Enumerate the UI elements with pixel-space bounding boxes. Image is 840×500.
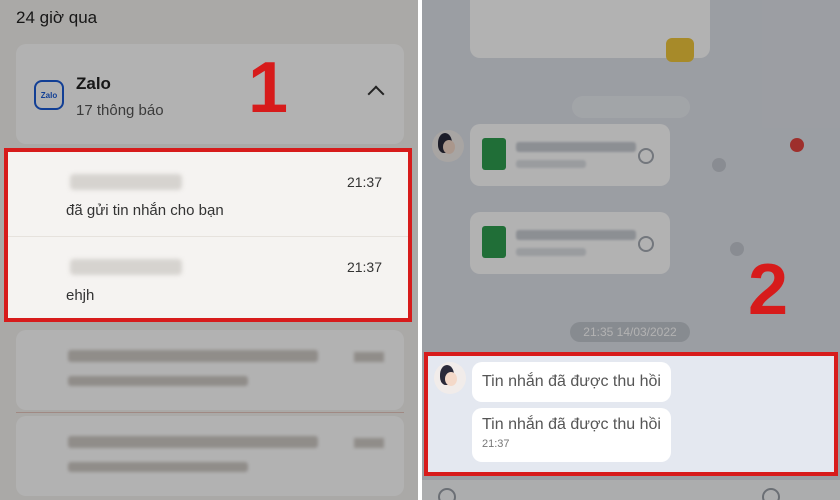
blurred-pill (572, 96, 690, 118)
file-size (516, 248, 586, 256)
blurred-sender-name (70, 259, 182, 275)
file-attachment[interactable] (470, 212, 670, 274)
blurred-notification[interactable] (16, 330, 404, 410)
file-size (516, 160, 586, 168)
notification-item[interactable]: 21:37 đã gửi tin nhắn cho bạn (8, 152, 408, 236)
file-name (516, 230, 636, 240)
blurred-text (68, 462, 248, 472)
notification-panel: 24 giờ qua Zalo Zalo 17 thông báo 1 21:3… (0, 0, 418, 500)
divider (16, 412, 404, 413)
blurred-time (354, 438, 384, 448)
recalled-message[interactable]: Tin nhắn đã được thu hồi (472, 362, 671, 402)
recalled-message-text: Tin nhắn đã được thu hồi (482, 416, 661, 433)
blurred-sender-name (70, 174, 182, 190)
recalled-message-text: Tin nhắn đã được thu hồi (482, 373, 661, 390)
emoji-icon[interactable] (438, 488, 456, 500)
section-title: 24 giờ qua (16, 8, 98, 27)
notification-time: 21:37 (346, 259, 382, 275)
reaction-icon[interactable] (730, 242, 744, 256)
file-name (516, 142, 636, 152)
notification-message: ehjh (66, 287, 95, 304)
chevron-up-icon[interactable] (367, 85, 385, 103)
chat-input-bar[interactable] (422, 480, 840, 500)
app-name: Zalo (76, 74, 111, 93)
recalled-message[interactable]: Tin nhắn đã được thu hồi 21:37 (472, 408, 671, 462)
date-separator: 21:35 14/03/2022 (570, 322, 690, 342)
highlighted-notifications: 21:37 đã gửi tin nhắn cho bạn 21:37 ehjh (4, 148, 412, 322)
callout-number-2: 2 (748, 250, 789, 330)
notification-message: đã gửi tin nhắn cho bạn (66, 202, 224, 219)
excel-file-icon (482, 138, 506, 170)
notification-count: 17 thông báo (76, 102, 164, 119)
avatar[interactable] (432, 130, 464, 162)
message-time: 21:37 (482, 438, 510, 450)
avatar-face (443, 140, 455, 154)
notification-item[interactable]: 21:37 ehjh (8, 236, 408, 321)
download-icon[interactable] (638, 148, 654, 164)
file-attachment[interactable] (470, 124, 670, 186)
heart-icon[interactable] (790, 138, 804, 152)
callout-number-1: 1 (248, 48, 289, 128)
blurred-time (354, 352, 384, 362)
excel-file-icon (482, 226, 506, 258)
blurred-text (68, 376, 248, 386)
avatar[interactable] (434, 362, 466, 394)
blurred-title (68, 436, 318, 448)
mic-icon[interactable] (762, 488, 780, 500)
avatar-face (445, 372, 457, 386)
blurred-notification[interactable] (16, 416, 404, 496)
zalo-logo-icon: Zalo (34, 80, 64, 110)
chat-panel: 21:35 14/03/2022 2 Tin nhắn đã được thu … (422, 0, 840, 500)
reaction-icon[interactable] (712, 158, 726, 172)
sticker-icon[interactable] (666, 38, 694, 62)
blurred-title (68, 350, 318, 362)
download-icon[interactable] (638, 236, 654, 252)
highlighted-recalled-messages: Tin nhắn đã được thu hồi Tin nhắn đã đượ… (424, 352, 838, 476)
zalo-notification-group[interactable]: Zalo Zalo 17 thông báo (16, 44, 404, 144)
notification-time: 21:37 (346, 174, 382, 190)
